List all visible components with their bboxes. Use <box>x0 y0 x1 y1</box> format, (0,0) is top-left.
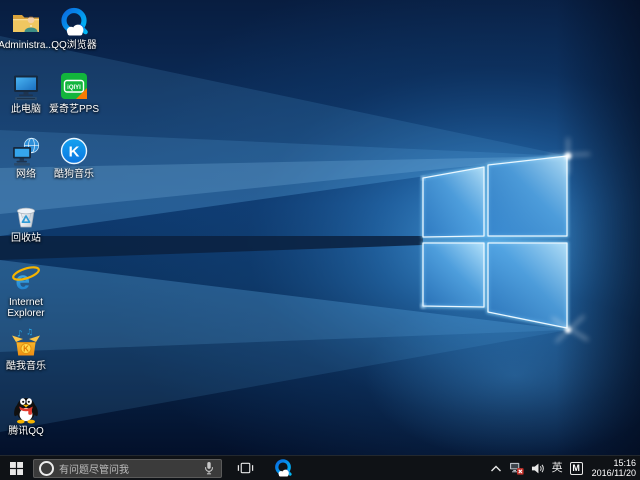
ime-mode-badge[interactable]: M <box>570 462 583 475</box>
icon-label: 网络 <box>16 169 36 180</box>
icon-label: 腾讯QQ <box>8 426 44 437</box>
windows-desktop-screen: Administra... QQ浏览器 <box>0 0 640 480</box>
start-button[interactable] <box>0 456 32 480</box>
desktop-icon-tencent-qq[interactable]: 腾讯QQ <box>0 392 54 437</box>
taskbar-qq-browser-button[interactable] <box>266 456 300 480</box>
desktop-icon-qq-browser[interactable]: QQ浏览器 <box>46 6 102 51</box>
svg-text:K: K <box>69 144 80 161</box>
icon-label: 回收站 <box>11 233 41 244</box>
computer-monitor-icon <box>10 70 42 102</box>
qq-browser-icon <box>58 6 90 38</box>
desktop-icon-internet-explorer[interactable]: e Internet Explorer <box>0 263 54 319</box>
task-view-button[interactable] <box>230 456 260 480</box>
clock-date: 2016/11/20 <box>592 468 636 478</box>
kugou-music-icon: K <box>58 135 90 167</box>
iqiyi-icon: iQIYI <box>58 70 90 102</box>
desktop-icon-kugou-music[interactable]: K 酷狗音乐 <box>46 135 102 180</box>
search-placeholder-text: 有问题尽管问我 <box>59 461 199 476</box>
ime-language-indicator[interactable]: 英 <box>552 463 563 474</box>
user-folder-icon <box>10 6 42 38</box>
windows-logo-icon <box>10 462 23 475</box>
network-globe-icon <box>10 135 42 167</box>
qq-browser-icon <box>273 458 293 478</box>
desktop-wallpaper: Administra... QQ浏览器 <box>0 0 640 455</box>
icon-label: 酷狗音乐 <box>54 169 94 180</box>
icon-label: 此电脑 <box>11 104 41 115</box>
cortana-search-box[interactable]: 有问题尽管问我 <box>33 459 222 478</box>
desktop-icon-iqiyi-pps[interactable]: iQIYI 爱奇艺PPS <box>46 70 102 115</box>
system-tray: 英 M 15:16 2016/11/20 <box>490 456 640 480</box>
task-view-icon <box>237 461 254 475</box>
internet-explorer-icon: e <box>10 263 42 295</box>
hidden-icons-chevron[interactable] <box>490 464 502 473</box>
desktop-icon-recycle-bin[interactable]: 回收站 <box>0 199 54 244</box>
taskbar: 有问题尽管问我 <box>0 455 640 480</box>
recycle-bin-icon <box>10 199 42 231</box>
svg-text:K: K <box>23 345 29 354</box>
icon-label: 爱奇艺PPS <box>49 104 99 115</box>
icon-label: QQ浏览器 <box>51 40 97 51</box>
speaker-icon[interactable] <box>531 462 545 475</box>
network-disconnected-icon[interactable] <box>509 462 524 475</box>
kuwo-music-icon: ♪ ♫ K <box>10 327 42 359</box>
svg-text:♫: ♫ <box>26 328 33 337</box>
svg-text:iQIYI: iQIYI <box>67 85 81 91</box>
microphone-icon[interactable] <box>203 460 215 476</box>
icon-label: 酷我音乐 <box>6 361 46 372</box>
taskbar-clock[interactable]: 15:16 2016/11/20 <box>590 458 636 478</box>
clock-time: 15:16 <box>613 458 636 468</box>
windows-hero-wallpaper <box>0 0 640 455</box>
qq-penguin-icon <box>10 392 42 424</box>
desktop-icon-kuwo-music[interactable]: ♪ ♫ K 酷我音乐 <box>0 327 54 372</box>
cortana-ring-icon <box>39 461 54 476</box>
icon-label: Internet Explorer <box>0 297 53 319</box>
